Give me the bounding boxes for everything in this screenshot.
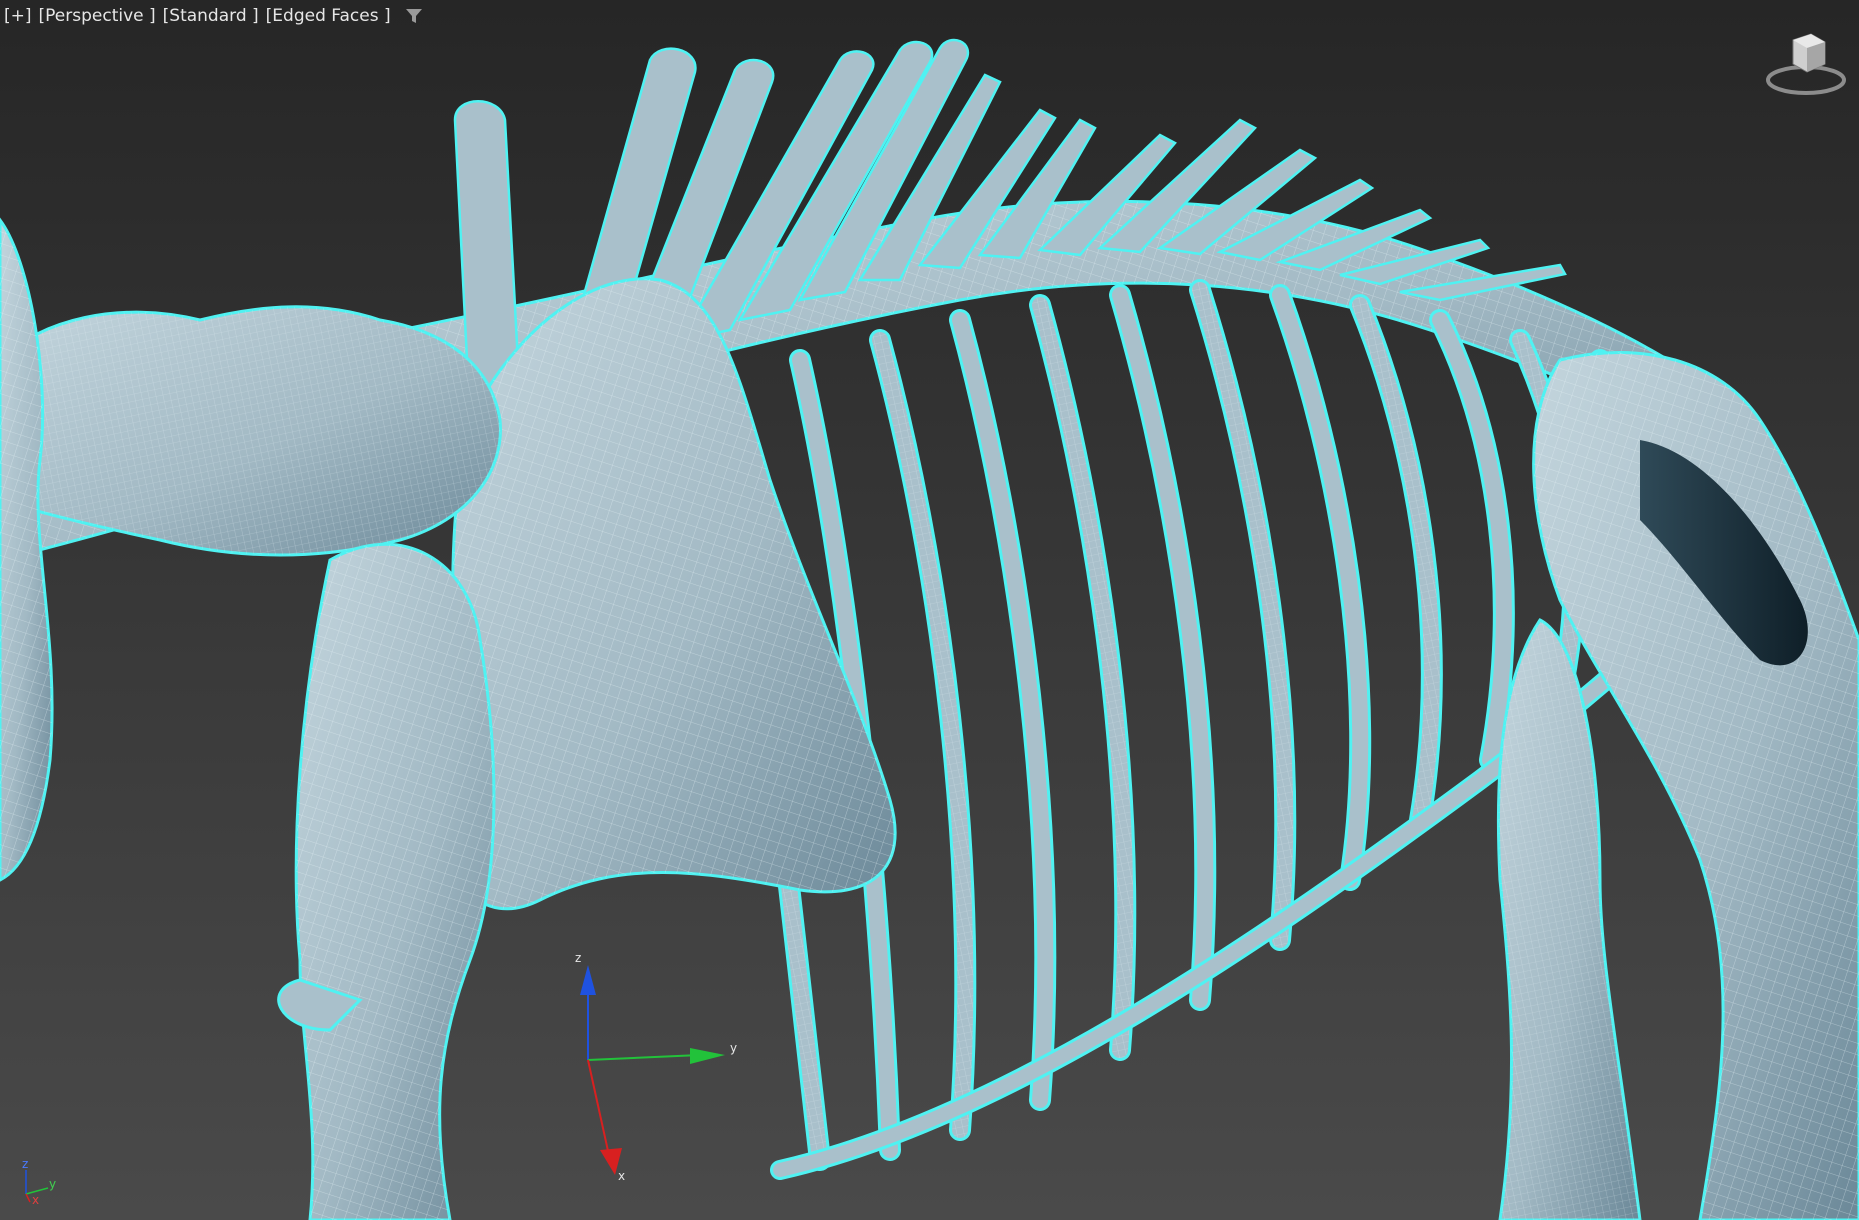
scapula[interactable] — [447, 277, 897, 911]
viewport-display-style-menu[interactable]: [Edged Faces ] — [266, 6, 391, 26]
gizmo-axis-x-label: x — [618, 1169, 625, 1183]
viewport-label-menu[interactable]: [+] [Perspective ] [Standard ] [Edged Fa… — [4, 5, 424, 27]
humerus[interactable] — [277, 542, 496, 1220]
viewcube-icon[interactable] — [1763, 28, 1849, 100]
gizmo-axis-z-label: z — [575, 951, 581, 965]
hind-limb[interactable] — [1496, 351, 1859, 1220]
viewport-point-of-view-menu[interactable]: [Perspective ] — [39, 6, 156, 26]
world-axis-tripod: z y x — [22, 1158, 56, 1204]
gizmo-axis-y-label: y — [730, 1041, 737, 1055]
skeleton-model-scene[interactable]: z y x — [0, 0, 1859, 1220]
filter-funnel-icon[interactable] — [404, 6, 424, 26]
perspective-viewport[interactable]: z y x [+] [Perspective ] [Standard ] [Ed… — [0, 0, 1859, 1220]
cervical-vertebrae[interactable] — [0, 305, 502, 557]
world-axis-y-label: y — [49, 1177, 56, 1191]
world-axis-x-label: x — [32, 1193, 39, 1204]
viewport-shading-menu[interactable]: [Standard ] — [163, 6, 259, 26]
transform-gizmo[interactable]: z y x — [575, 951, 737, 1183]
viewport-general-menu[interactable]: [+] — [4, 6, 32, 26]
world-axis-z-label: z — [22, 1158, 28, 1171]
